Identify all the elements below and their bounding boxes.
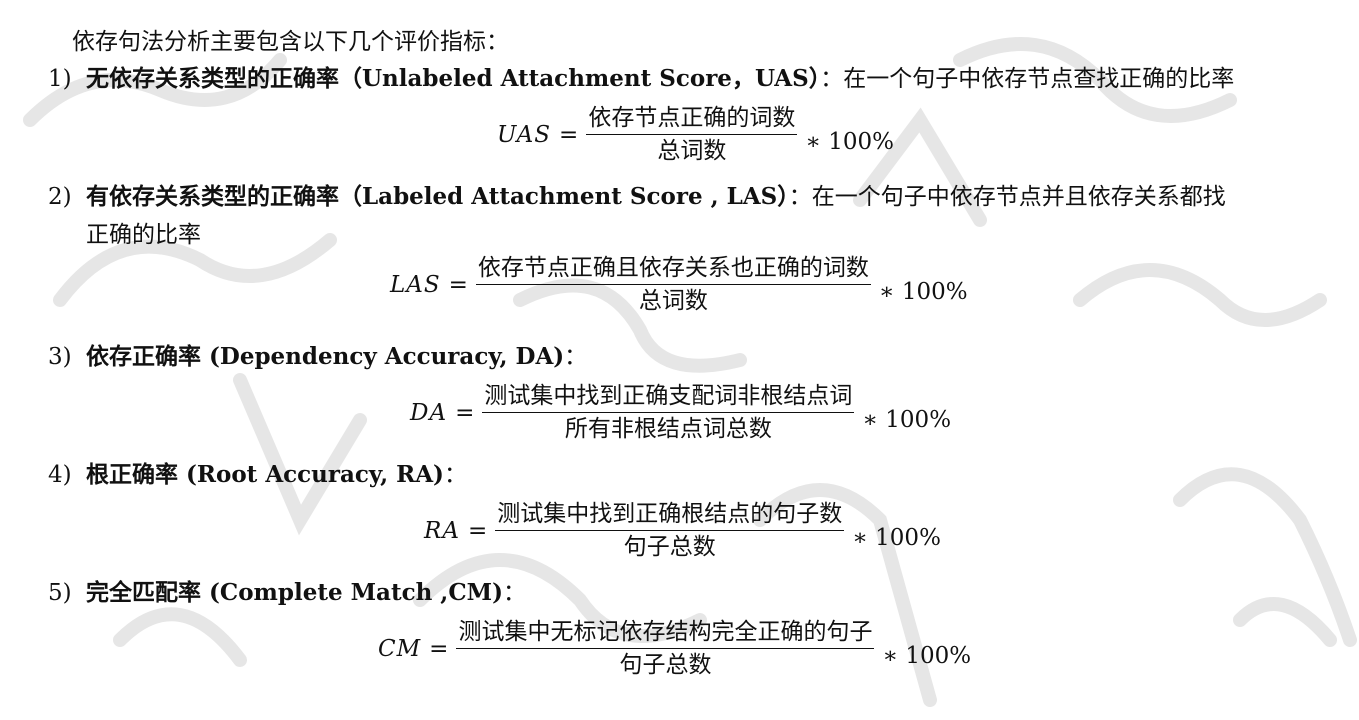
item-number: 5) xyxy=(48,580,72,606)
item-description-continued: 正确的比率 xyxy=(86,222,201,248)
item-title: 依存正确率 (Dependency Accuracy, DA) xyxy=(86,343,565,370)
formula-multiplier: ∗ 100% xyxy=(878,278,968,305)
formula-numerator: 依存节点正确且依存关系也正确的词数 xyxy=(475,254,871,285)
item-number: 3) xyxy=(48,344,72,370)
formula-equals: = xyxy=(448,271,468,298)
item-description: ：在一个句子中依存节点查找正确的比率 xyxy=(820,66,1235,92)
metric-item-ra: 4) 根正确率 (Root Accuracy, RA)： xyxy=(48,456,1338,494)
formula-las: LAS = 依存节点正确且依存关系也正确的词数 总词数 ∗ 100% xyxy=(390,254,968,315)
formula-fraction: 依存节点正确的词数 总词数 xyxy=(586,104,798,165)
formula-uas: UAS = 依存节点正确的词数 总词数 ∗ 100% xyxy=(497,104,894,165)
item-title: 完全匹配率 (Complete Match ,CM) xyxy=(86,579,503,606)
formula-fraction: 测试集中找到正确支配词非根结点词 所有非根结点词总数 xyxy=(482,382,855,443)
formula-fraction: 测试集中找到正确根结点的句子数 句子总数 xyxy=(495,500,845,561)
formula-fraction: 依存节点正确且依存关系也正确的词数 总词数 xyxy=(475,254,871,315)
metric-item-las: 2) 有依存关系类型的正确率（Labeled Attachment Score ,… xyxy=(48,178,1338,254)
intro-text: 依存句法分析主要包含以下几个评价指标： xyxy=(72,29,509,55)
metric-item-cm: 5) 完全匹配率 (Complete Match ,CM)： xyxy=(48,574,1338,612)
item-number: 4) xyxy=(48,462,72,488)
document-page: 依存句法分析主要包含以下几个评价指标： 1) 无依存关系类型的正确率（Unlabe… xyxy=(0,0,1359,720)
formula-lhs: DA xyxy=(410,399,448,426)
formula-denominator: 句子总数 xyxy=(623,534,716,560)
item-title: 有依存关系类型的正确率（Labeled Attachment Score , L… xyxy=(86,183,789,210)
item-description: ：在一个句子中依存节点并且依存关系都找 xyxy=(788,184,1226,210)
formula-fraction: 测试集中无标记依存结构完全正确的句子 句子总数 xyxy=(456,618,875,679)
item-title: 根正确率 (Root Accuracy, RA) xyxy=(86,461,444,488)
formula-lhs: RA xyxy=(424,517,460,544)
formula-numerator: 测试集中找到正确根结点的句子数 xyxy=(495,500,845,531)
formula-denominator: 所有非根结点词总数 xyxy=(564,416,772,442)
formula-denominator: 总词数 xyxy=(657,138,727,164)
formula-lhs: LAS xyxy=(390,271,441,298)
item-description: ： xyxy=(443,462,467,488)
formula-multiplier: ∗ 100% xyxy=(805,128,895,155)
formula-multiplier: ∗ 100% xyxy=(852,524,941,551)
formula-lhs: UAS xyxy=(497,121,552,148)
item-number: 2) xyxy=(48,184,72,210)
formula-equals: = xyxy=(467,517,488,544)
formula-ra: RA = 测试集中找到正确根结点的句子数 句子总数 ∗ 100% xyxy=(424,500,941,561)
metric-item-da: 3) 依存正确率 (Dependency Accuracy, DA)： xyxy=(48,338,1338,376)
formula-numerator: 测试集中找到正确支配词非根结点词 xyxy=(482,382,855,413)
formula-da: DA = 测试集中找到正确支配词非根结点词 所有非根结点词总数 ∗ 100% xyxy=(410,382,951,443)
formula-multiplier: ∗ 100% xyxy=(862,406,952,433)
formula-equals: = xyxy=(429,635,449,662)
formula-cm: CM = 测试集中无标记依存结构完全正确的句子 句子总数 ∗ 100% xyxy=(378,618,971,679)
item-title: 无依存关系类型的正确率（Unlabeled Attachment Score，U… xyxy=(86,65,821,92)
item-number: 1) xyxy=(48,66,72,92)
formula-denominator: 总词数 xyxy=(638,288,708,314)
formula-lhs: CM xyxy=(378,635,422,662)
formula-numerator: 依存节点正确的词数 xyxy=(586,104,798,135)
formula-multiplier: ∗ 100% xyxy=(882,642,972,669)
formula-numerator: 测试集中无标记依存结构完全正确的句子 xyxy=(456,618,875,649)
formula-equals: = xyxy=(455,399,475,426)
item-description: ： xyxy=(564,344,588,370)
item-description: ： xyxy=(502,580,526,606)
metric-item-uas: 1) 无依存关系类型的正确率（Unlabeled Attachment Score… xyxy=(48,60,1338,98)
formula-equals: = xyxy=(559,121,579,148)
formula-denominator: 句子总数 xyxy=(619,652,712,678)
